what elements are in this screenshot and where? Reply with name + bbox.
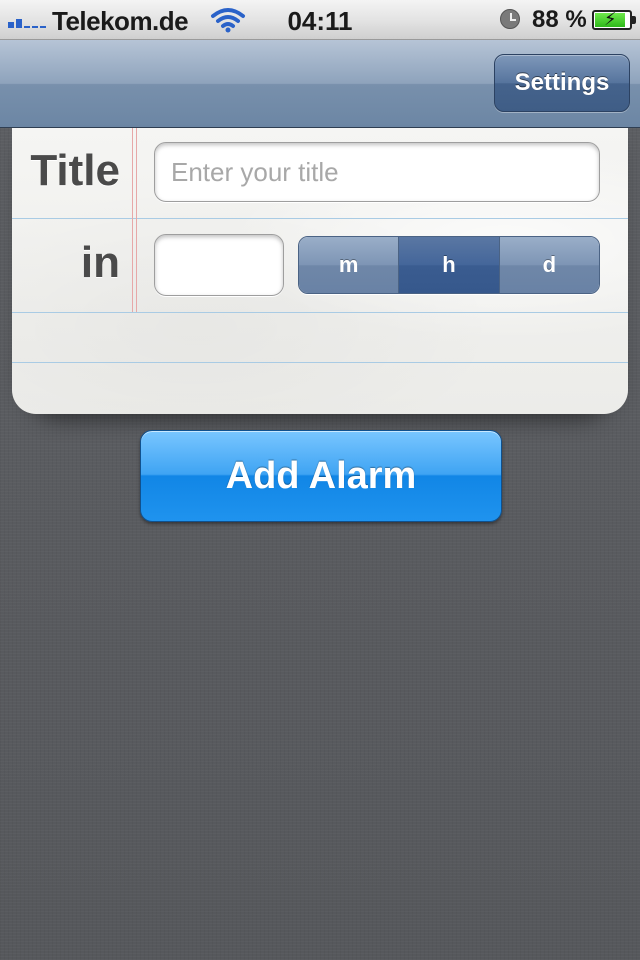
battery-percent: 88 % bbox=[532, 6, 587, 33]
settings-button[interactable]: Settings bbox=[494, 54, 630, 112]
alarm-form-card: Title in m h d bbox=[12, 128, 628, 420]
in-label: in bbox=[80, 238, 120, 287]
paper-sheet: Title in m h d bbox=[12, 128, 628, 414]
navigation-bar: Settings bbox=[0, 40, 640, 128]
duration-amount-input[interactable] bbox=[154, 234, 284, 296]
status-bar: Telekom.de 04:11 88 % ⚡ bbox=[0, 0, 640, 40]
signal-bars-icon bbox=[8, 14, 48, 28]
alarm-clock-icon bbox=[500, 9, 520, 29]
charging-bolt-icon: ⚡ bbox=[604, 9, 617, 29]
segment-days[interactable]: d bbox=[498, 237, 599, 293]
title-input[interactable] bbox=[154, 142, 600, 202]
battery-charging-icon: ⚡ bbox=[592, 9, 636, 30]
wifi-icon bbox=[211, 8, 245, 33]
paper-margin-line bbox=[136, 128, 137, 312]
segment-minutes[interactable]: m bbox=[299, 237, 399, 293]
paper-rule-line bbox=[12, 218, 628, 219]
segment-hours[interactable]: h bbox=[398, 237, 499, 293]
add-alarm-button[interactable]: Add Alarm bbox=[140, 430, 502, 522]
paper-margin-line bbox=[132, 128, 133, 312]
paper-rule-line bbox=[12, 362, 628, 363]
carrier-name: Telekom.de bbox=[52, 6, 189, 36]
title-label: Title bbox=[30, 146, 120, 195]
paper-rule-line bbox=[12, 312, 628, 313]
time-unit-segmented-control: m h d bbox=[298, 236, 600, 294]
